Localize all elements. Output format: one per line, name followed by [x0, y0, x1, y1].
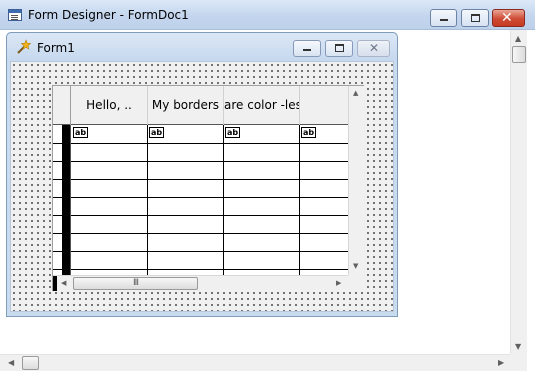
row-divider: [53, 269, 62, 270]
form1-minimize-button[interactable]: [293, 40, 321, 57]
textbox-control-icon[interactable]: ab|: [301, 127, 316, 138]
row-line: [71, 233, 348, 234]
row-divider: [53, 233, 62, 234]
close-icon: ✕: [501, 10, 513, 26]
maximize-icon: [335, 44, 344, 52]
scroll-up-icon[interactable]: ▲: [515, 34, 521, 43]
grid-control[interactable]: Hello, .. My borders are color -less: [52, 85, 364, 291]
column-line: [223, 125, 224, 275]
row-line: [71, 215, 348, 216]
grid-header: Hello, .. My borders are color -less: [53, 86, 348, 125]
form1-maximize-button[interactable]: [325, 40, 353, 57]
window-bottom-edge: [0, 371, 535, 377]
column-header[interactable]: Hello, ..: [71, 86, 147, 125]
row-divider: [53, 197, 62, 198]
grid-scrollbar-corner: [348, 275, 364, 291]
window-title: Form Designer - FormDoc1: [28, 8, 189, 22]
form1-titlebar[interactable]: Form1 ✕: [7, 33, 397, 61]
maximize-button[interactable]: [461, 9, 489, 27]
form-wand-icon: [17, 39, 32, 54]
form-designer-app-icon: [8, 9, 22, 21]
vertical-scrollbar[interactable]: ▲ ▼: [510, 30, 527, 354]
vertical-scroll-thumb[interactable]: [512, 46, 526, 63]
minimize-icon: [303, 49, 311, 51]
row-divider: [53, 179, 62, 180]
column-header[interactable]: My borders: [148, 86, 223, 125]
outer-titlebar: Form Designer - FormDoc1 ✕: [0, 0, 535, 30]
grid-split-bar[interactable]: [53, 276, 57, 291]
scroll-right-icon[interactable]: ▶: [498, 358, 504, 367]
row-line: [71, 197, 348, 198]
horizontal-scrollbar[interactable]: ◀ ▶: [0, 354, 510, 371]
minimize-icon: [440, 19, 448, 21]
close-icon: ✕: [369, 41, 380, 55]
row-line: [71, 251, 348, 252]
row-line: [71, 161, 348, 162]
grid-cells[interactable]: ab| ab| ab| ab|: [71, 125, 348, 275]
row-line: [71, 179, 348, 180]
column-header[interactable]: [300, 86, 348, 125]
horizontal-scroll-thumb[interactable]: [22, 356, 39, 370]
close-button[interactable]: ✕: [492, 9, 525, 27]
form1-close-button[interactable]: ✕: [357, 40, 390, 57]
grid-horizontal-scroll-thumb[interactable]: III: [73, 277, 198, 290]
scroll-down-icon[interactable]: ▼: [515, 342, 521, 351]
current-row-indicator: [62, 125, 70, 275]
form1-title: Form1: [37, 41, 75, 55]
scrollbar-corner: [510, 354, 527, 371]
row-divider: [53, 143, 62, 144]
row-line: [71, 269, 348, 270]
minimize-button[interactable]: [430, 9, 457, 27]
scroll-up-icon[interactable]: ▲: [353, 89, 358, 97]
grid-horizontal-scrollbar[interactable]: ◀ III ▶: [53, 275, 348, 291]
column-line: [147, 125, 148, 275]
maximize-icon: [471, 14, 480, 22]
row-line: [71, 143, 348, 144]
grid-vertical-scrollbar[interactable]: ▲ ▼: [348, 86, 364, 275]
grid-corner-cell[interactable]: [53, 86, 71, 125]
scroll-left-icon[interactable]: ◀: [8, 358, 14, 367]
scroll-right-icon[interactable]: ▶: [336, 279, 341, 287]
column-header[interactable]: are color -less: [224, 86, 299, 125]
row-divider: [53, 161, 62, 162]
form-design-surface[interactable]: Hello, .. My borders are color -less: [10, 61, 394, 312]
row-divider: [53, 215, 62, 216]
row-divider: [53, 251, 62, 252]
scroll-left-icon[interactable]: ◀: [61, 279, 66, 287]
column-line: [299, 125, 300, 275]
row-selector-column[interactable]: [53, 125, 71, 275]
textbox-control-icon[interactable]: ab|: [225, 127, 240, 138]
textbox-control-icon[interactable]: ab|: [73, 127, 88, 138]
form1-window[interactable]: Form1 ✕ Hello, .. My borders are color -…: [6, 32, 398, 317]
textbox-control-icon[interactable]: ab|: [149, 127, 164, 138]
scroll-down-icon[interactable]: ▼: [353, 262, 358, 270]
